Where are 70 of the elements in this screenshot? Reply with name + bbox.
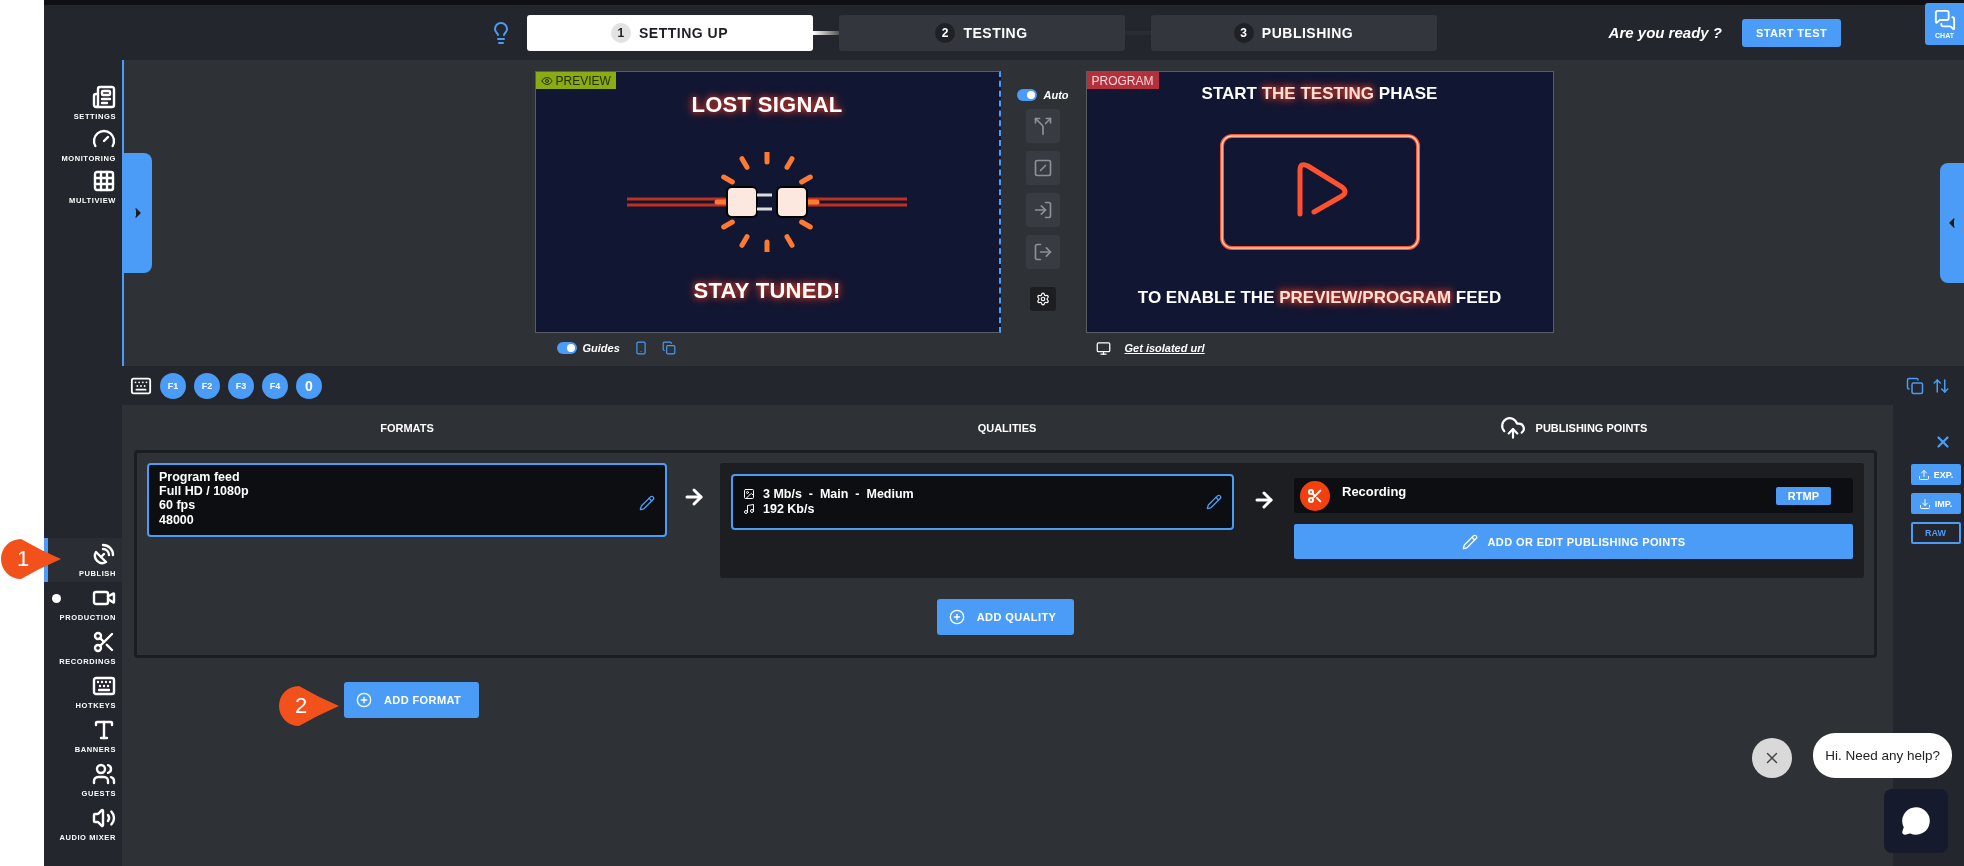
slate-headline: START THE TESTING PHASE bbox=[1201, 84, 1438, 104]
speech-bubble-icon bbox=[1901, 806, 1931, 836]
column-heading: QUALITIES bbox=[977, 421, 1037, 434]
slate-footer: TO ENABLE THE PREVIEW/PROGRAM FEED bbox=[1137, 288, 1502, 308]
transition-button[interactable] bbox=[1026, 109, 1060, 143]
step-tab[interactable]: 1 SETTING UP bbox=[526, 14, 813, 51]
users-icon bbox=[92, 762, 116, 786]
video-quality: 3 Mb/s - Main - Medium bbox=[763, 487, 914, 502]
program-tag: PROGRAM bbox=[1086, 72, 1159, 89]
format-detail: 60 fps bbox=[159, 498, 197, 513]
gear-icon bbox=[1036, 292, 1050, 306]
chat-bubbles-icon bbox=[1933, 9, 1956, 31]
format-card[interactable]: Program feed Full HD / 1080p 60 fps 48000 bbox=[147, 463, 667, 537]
letter-icon bbox=[92, 718, 116, 742]
chat-launcher[interactable] bbox=[1884, 789, 1948, 853]
auto-label: Auto bbox=[1043, 89, 1069, 101]
quality-card[interactable]: 3 Mb/s - Main - Medium 192 Kb/s bbox=[731, 474, 1234, 530]
grid-icon bbox=[92, 169, 116, 193]
audio-quality: 192 Kb/s bbox=[763, 501, 815, 516]
exit-icon bbox=[1033, 242, 1053, 262]
keyboard-icon bbox=[92, 674, 116, 698]
enter-icon bbox=[1033, 200, 1053, 220]
newspaper-icon bbox=[92, 85, 116, 109]
pencil-icon bbox=[1461, 533, 1478, 550]
publishing-point-row[interactable]: Recording RTMP bbox=[1294, 478, 1853, 513]
transition-button[interactable] bbox=[1026, 193, 1060, 227]
copy-icon[interactable] bbox=[1906, 376, 1924, 395]
scissors-icon bbox=[92, 630, 116, 654]
raw-button[interactable]: RAW bbox=[1910, 522, 1961, 544]
column-heading: PUBLISHING POINTS bbox=[1535, 421, 1648, 434]
format-detail: Program feed bbox=[159, 469, 241, 484]
format-detail: 48000 bbox=[159, 512, 195, 527]
step-tab[interactable]: 2 TESTING bbox=[838, 14, 1125, 51]
guides-label: Guides bbox=[582, 342, 620, 354]
download-icon bbox=[1918, 497, 1931, 510]
music-icon bbox=[743, 502, 755, 515]
eye-icon bbox=[540, 74, 553, 87]
auto-toggle[interactable] bbox=[1017, 89, 1038, 101]
satellite-dish-icon bbox=[92, 542, 116, 566]
split-icon bbox=[1033, 116, 1053, 136]
protocol-badge: RTMP bbox=[1775, 486, 1831, 505]
edit-icon[interactable] bbox=[639, 495, 655, 511]
copy-icon[interactable] bbox=[661, 341, 676, 355]
slate-subtitle: STAY TUNED! bbox=[693, 278, 841, 304]
step-tab[interactable]: 3 PUBLISHING bbox=[1150, 14, 1437, 51]
ready-prompt: Are you ready ? bbox=[1608, 24, 1722, 41]
transition-button[interactable] bbox=[1026, 151, 1060, 185]
plus-icon bbox=[948, 609, 965, 625]
column-heading: FORMATS bbox=[380, 421, 434, 434]
phone-icon[interactable] bbox=[633, 341, 648, 355]
plus-icon bbox=[356, 692, 372, 708]
settings-button[interactable] bbox=[1030, 287, 1056, 311]
transition-button[interactable] bbox=[1026, 235, 1060, 269]
format-detail: Full HD / 1080p bbox=[159, 483, 250, 499]
callout-marker: 2 bbox=[278, 685, 340, 727]
preview-tag: PREVIEW bbox=[535, 72, 616, 89]
upload-icon bbox=[1917, 468, 1930, 481]
vertical-arrows-icon[interactable] bbox=[1932, 376, 1950, 395]
help-message: Hi. Need any help? bbox=[1813, 733, 1952, 778]
callout-marker: 1 bbox=[0, 538, 62, 580]
slate-title: LOST SIGNAL bbox=[691, 92, 843, 118]
edit-icon[interactable] bbox=[1206, 493, 1222, 510]
publishing-point-name: Recording bbox=[1342, 484, 1408, 499]
scissors-icon bbox=[1300, 480, 1330, 511]
cloud-upload-icon bbox=[1499, 414, 1526, 441]
image-icon bbox=[743, 488, 755, 501]
isolated-url-link[interactable]: Get isolated url bbox=[1124, 342, 1205, 354]
speaker-icon bbox=[92, 806, 116, 830]
monitor-icon bbox=[1095, 340, 1111, 356]
guides-toggle[interactable] bbox=[556, 342, 577, 354]
